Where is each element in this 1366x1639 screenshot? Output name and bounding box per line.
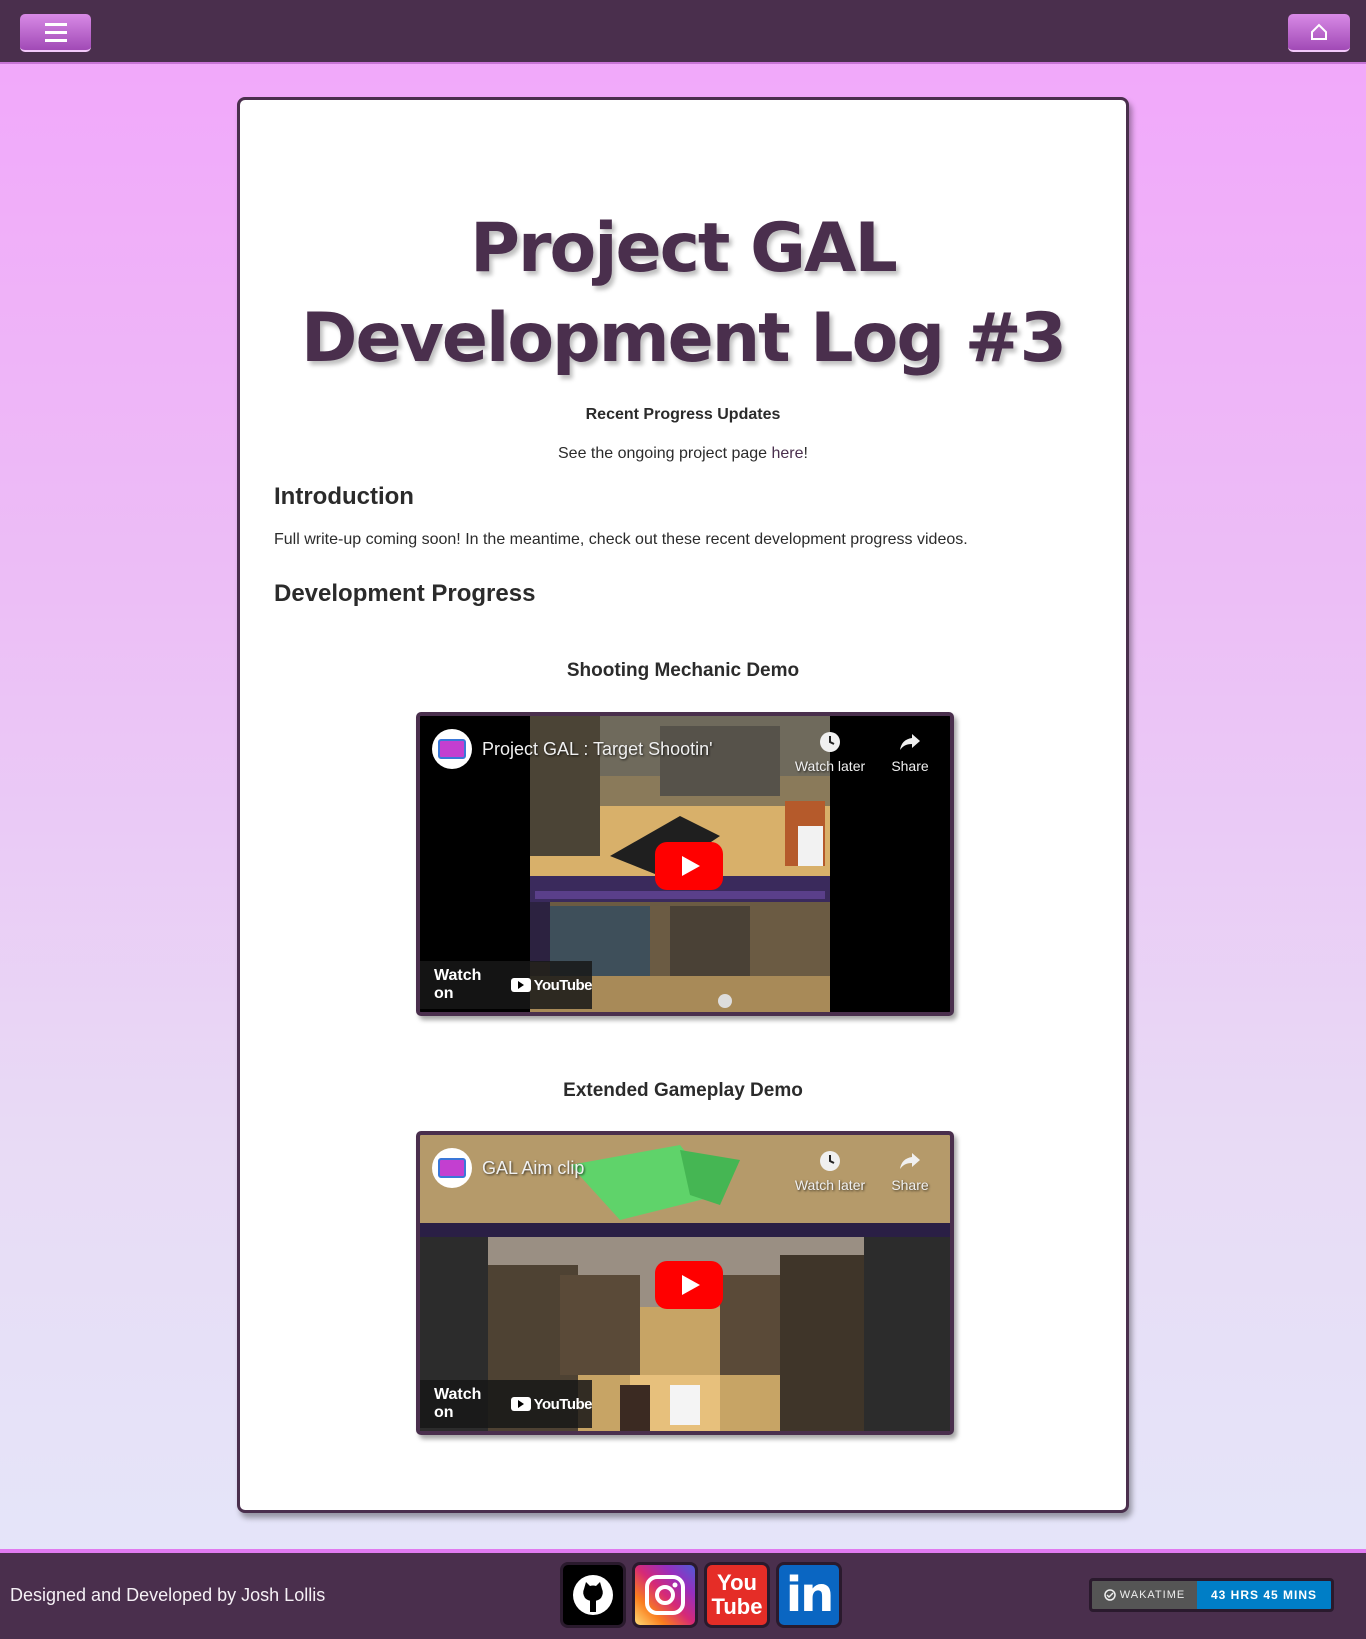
project-link-line: See the ongoing project page here! <box>240 445 1126 463</box>
top-navbar <box>0 0 1366 64</box>
introduction-text: Full write-up coming soon! In the meanti… <box>274 531 968 548</box>
youtube-logo-text: YouTube <box>533 976 593 994</box>
wakatime-logo-icon <box>1104 1589 1116 1601</box>
youtube-embed-gameplay-demo[interactable]: GAL Aim clip Watch later Share Watch on … <box>416 1131 954 1435</box>
instagram-icon <box>645 1575 685 1615</box>
development-progress-heading: Development Progress <box>274 580 536 607</box>
project-link-suffix: ! <box>803 445 808 462</box>
linkedin-icon: in <box>785 1567 835 1623</box>
share-label: Share <box>891 1177 929 1193</box>
title-line-1: Project GAL <box>470 209 898 288</box>
page-title: Project GAL Development Log #3 <box>240 204 1126 384</box>
home-button[interactable] <box>1288 14 1350 52</box>
video-section-title: Shooting Mechanic Demo <box>566 660 800 681</box>
github-icon <box>573 1575 613 1615</box>
video-section-title: Extended Gameplay Demo <box>563 1080 803 1101</box>
watch-on-label: Watch on <box>434 1386 482 1421</box>
watch-later-label: Watch later <box>794 758 866 774</box>
youtube-icon-top: You <box>717 1570 757 1595</box>
page-subtitle: Recent Progress Updates <box>585 406 781 423</box>
channel-avatar[interactable] <box>432 1148 472 1188</box>
play-icon[interactable] <box>655 842 723 890</box>
wakatime-label-area: WAKATIME <box>1092 1581 1197 1609</box>
github-link[interactable] <box>560 1562 626 1628</box>
menu-button[interactable] <box>20 14 91 52</box>
clock-icon <box>820 1151 840 1171</box>
project-page-link[interactable]: here <box>772 445 804 462</box>
share-arrow-icon <box>900 734 920 750</box>
watch-on-youtube-button[interactable]: Watch on YouTube <box>420 1380 593 1428</box>
introduction-heading: Introduction <box>274 483 414 510</box>
title-line-2: Development Log #3 <box>301 299 1067 378</box>
play-icon[interactable] <box>655 1261 723 1309</box>
wakatime-value: 43 HRS 45 MINS <box>1197 1581 1331 1609</box>
youtube-icon: You Tube <box>712 1571 763 1619</box>
youtube-icon-bottom: Tube <box>711 1594 763 1619</box>
channel-avatar[interactable] <box>432 729 472 769</box>
linkedin-link[interactable]: in <box>776 1562 842 1628</box>
home-icon <box>1311 23 1327 40</box>
project-link-prefix: See the ongoing project page <box>558 445 772 462</box>
share-label: Share <box>891 758 929 774</box>
youtube-logo-text: YouTube <box>533 1395 593 1413</box>
youtube-embed-shooting-demo[interactable]: Project GAL : Target Shootin' Watch late… <box>416 712 954 1016</box>
youtube-logo-icon: YouTube <box>510 976 593 994</box>
share-arrow-icon <box>900 1153 920 1169</box>
instagram-link[interactable] <box>632 1562 698 1628</box>
watch-later-button[interactable]: Watch later <box>790 730 870 774</box>
youtube-link[interactable]: You Tube <box>704 1562 770 1628</box>
share-button[interactable]: Share <box>870 730 950 774</box>
watch-later-button[interactable]: Watch later <box>790 1149 870 1193</box>
share-button[interactable]: Share <box>870 1149 950 1193</box>
article-card: Project GAL Development Log #3 Recent Pr… <box>237 97 1129 1513</box>
watch-later-label: Watch later <box>794 1177 866 1193</box>
video-title[interactable]: Project GAL : Target Shootin' <box>482 739 713 760</box>
watch-on-youtube-button[interactable]: Watch on YouTube <box>420 961 593 1009</box>
wakatime-label: WAKATIME <box>1119 1589 1186 1601</box>
youtube-logo-icon: YouTube <box>510 1395 593 1413</box>
wakatime-badge[interactable]: WAKATIME 43 HRS 45 MINS <box>1089 1578 1334 1612</box>
clock-icon <box>820 732 840 752</box>
hamburger-menu-icon <box>44 22 67 42</box>
watch-on-label: Watch on <box>434 967 482 1002</box>
video-title[interactable]: GAL Aim clip <box>482 1158 584 1179</box>
footer-credits: Designed and Developed by Josh Lollis <box>10 1585 326 1605</box>
